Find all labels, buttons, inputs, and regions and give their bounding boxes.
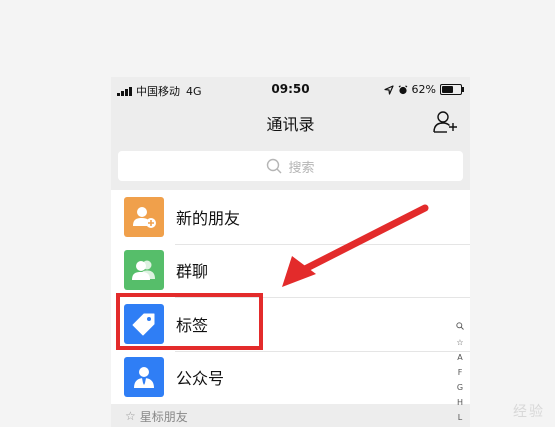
annotation-arrow <box>282 204 429 287</box>
watermark: 经验 <box>513 401 545 421</box>
watermark-text: 经验 <box>513 404 545 420</box>
